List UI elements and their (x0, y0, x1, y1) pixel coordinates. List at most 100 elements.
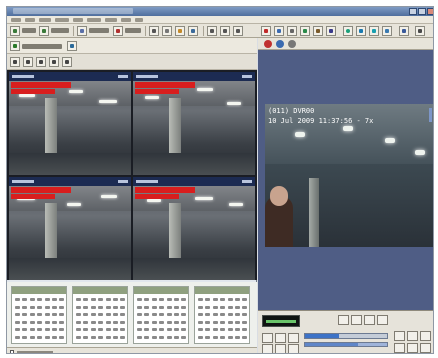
calendar-day[interactable] (37, 328, 43, 332)
view-mode-icon[interactable] (10, 57, 20, 67)
calendar-day[interactable] (212, 320, 218, 324)
calendar-day[interactable] (98, 305, 104, 309)
calendar-day[interactable] (181, 320, 187, 324)
calendar-day[interactable] (174, 305, 179, 309)
calendar-day[interactable] (242, 336, 248, 339)
camera-icon[interactable] (77, 26, 87, 36)
log-icon[interactable] (313, 26, 323, 36)
close-button[interactable] (427, 8, 433, 15)
camera-view-3[interactable] (9, 177, 131, 280)
calendar-day[interactable] (59, 298, 65, 301)
calendar-day[interactable] (113, 298, 118, 301)
status-checkbox[interactable] (10, 350, 14, 353)
snapshot-icon[interactable] (369, 26, 379, 36)
layout-nine-icon[interactable] (233, 26, 243, 36)
calendar-day[interactable] (52, 328, 57, 332)
calendar-day[interactable] (59, 320, 65, 324)
calendar-day[interactable] (235, 313, 240, 317)
calendar-day[interactable] (29, 336, 35, 339)
calendar-day[interactable] (76, 305, 81, 309)
calendar-day[interactable] (113, 328, 118, 332)
loop-icon[interactable] (364, 315, 375, 325)
calendar-day[interactable] (44, 328, 50, 332)
minimize-button[interactable] (409, 8, 417, 15)
calendar-day[interactable] (52, 320, 57, 324)
calendar-day[interactable] (22, 298, 28, 301)
calendar-day[interactable] (181, 305, 187, 309)
calendar-day[interactable] (120, 298, 126, 301)
calendar-day[interactable] (113, 313, 118, 317)
calendar-day[interactable] (212, 305, 218, 309)
calendar-day[interactable] (15, 320, 20, 324)
volume-slider[interactable] (304, 342, 388, 347)
calendar-day[interactable] (181, 328, 187, 332)
ptz-icon[interactable] (49, 57, 59, 67)
play-icon[interactable] (275, 333, 286, 343)
calendar-day[interactable] (235, 336, 240, 339)
calendar-day[interactable] (242, 313, 248, 317)
speed-up-icon[interactable] (351, 315, 362, 325)
refresh-icon[interactable] (67, 41, 77, 51)
camera-list-icon[interactable] (10, 41, 20, 51)
calendar-day[interactable] (113, 320, 118, 324)
calendar-day[interactable] (137, 298, 142, 301)
window-icon[interactable] (382, 26, 392, 36)
calendar-day[interactable] (105, 313, 111, 317)
calendar-day[interactable] (166, 298, 172, 301)
calendar-day[interactable] (205, 320, 211, 324)
calendar-day[interactable] (83, 313, 89, 317)
calendar-day[interactable] (166, 336, 172, 339)
back-icon[interactable] (10, 26, 20, 36)
calendar-day[interactable] (37, 336, 43, 339)
calendar-day[interactable] (15, 305, 20, 309)
calendar-day[interactable] (198, 313, 203, 317)
speed-down-icon[interactable] (338, 315, 349, 325)
calendar-day[interactable] (83, 336, 89, 339)
calendar-month-3[interactable] (133, 286, 189, 344)
calendar-month-2[interactable] (72, 286, 128, 344)
calendar-day[interactable] (105, 336, 111, 339)
calendar-day[interactable] (198, 305, 203, 309)
camera-view-4[interactable] (133, 177, 255, 280)
calendar-day[interactable] (242, 328, 248, 332)
calendar-day[interactable] (120, 320, 126, 324)
calendar-day[interactable] (52, 313, 57, 317)
calendar-day[interactable] (90, 336, 96, 339)
calendar-day[interactable] (212, 313, 218, 317)
layout-single-icon[interactable] (207, 26, 217, 36)
calendar-day[interactable] (15, 328, 20, 332)
calendar-day[interactable] (212, 298, 218, 301)
calendar-day[interactable] (159, 313, 165, 317)
calendar-day[interactable] (166, 313, 172, 317)
calendar-day[interactable] (22, 313, 28, 317)
calendar-day[interactable] (159, 320, 165, 324)
calendar-day[interactable] (37, 313, 43, 317)
calendar-day[interactable] (144, 336, 150, 339)
split-view-icon[interactable] (23, 57, 33, 67)
calendar-day[interactable] (174, 298, 179, 301)
close-playback-icon[interactable] (420, 343, 431, 353)
stop-icon[interactable] (262, 344, 273, 353)
calendar-day[interactable] (220, 298, 226, 301)
calendar-day[interactable] (44, 305, 50, 309)
calendar-day[interactable] (235, 320, 240, 324)
camera-view-2[interactable] (133, 72, 255, 175)
calendar-day[interactable] (235, 305, 240, 309)
calendar-day[interactable] (37, 320, 43, 324)
calendar-day[interactable] (159, 336, 165, 339)
calendar-day[interactable] (22, 305, 28, 309)
forward-icon[interactable] (39, 26, 49, 36)
calendar-day[interactable] (166, 320, 172, 324)
export-clip-icon[interactable] (394, 343, 405, 353)
calendar-day[interactable] (59, 336, 65, 339)
menu-item[interactable] (39, 18, 51, 22)
zoom-out-icon[interactable] (407, 331, 418, 341)
calendar-day[interactable] (205, 305, 211, 309)
calendar-day[interactable] (105, 320, 111, 324)
calendar-day[interactable] (120, 313, 126, 317)
menu-item[interactable] (135, 18, 143, 22)
calendar-day[interactable] (144, 298, 150, 301)
menu-item[interactable] (73, 18, 83, 22)
calendar-day[interactable] (98, 320, 104, 324)
fullscreen-icon[interactable] (36, 57, 46, 67)
